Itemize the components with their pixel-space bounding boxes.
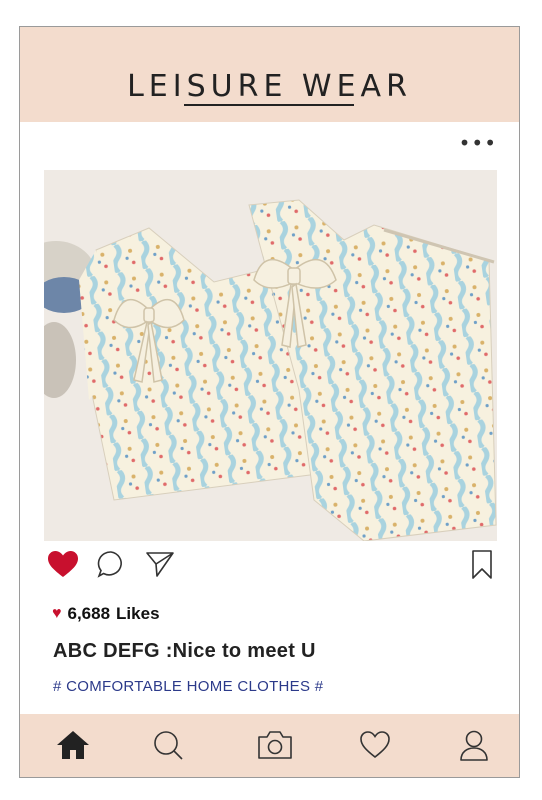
likes-count[interactable]: ♥ 6,688 Likes (52, 604, 160, 624)
profile-icon[interactable] (458, 728, 490, 762)
bookmark-icon[interactable] (470, 549, 494, 581)
post-actions (20, 545, 519, 585)
post-caption: ABC DEFG :Nice to meet U (53, 640, 316, 662)
pajama-set-photo (44, 170, 497, 541)
bottom-nav (20, 714, 519, 777)
page-title: LEISURE WEAR (127, 69, 412, 104)
likes-label: Likes (116, 604, 160, 623)
like-heart-icon[interactable] (46, 549, 80, 579)
search-icon[interactable] (151, 728, 185, 762)
header-bar: LEISURE WEAR (20, 27, 519, 122)
small-heart-icon: ♥ (52, 605, 62, 622)
home-icon[interactable] (55, 728, 91, 762)
post-image (44, 170, 497, 541)
hashtag-link[interactable]: # COMFORTABLE HOME CLOTHES # (53, 678, 323, 695)
more-options-icon[interactable]: ••• (459, 131, 497, 155)
comment-icon[interactable] (96, 549, 126, 579)
title-underline (184, 104, 354, 106)
share-icon[interactable] (144, 549, 176, 579)
heart-icon[interactable] (358, 728, 392, 762)
camera-icon[interactable] (256, 728, 294, 762)
likes-number: 6,688 (67, 604, 111, 623)
post-frame: LEISURE WEAR ••• ♥ 6,688 Likes ABC DEFG … (19, 26, 520, 778)
